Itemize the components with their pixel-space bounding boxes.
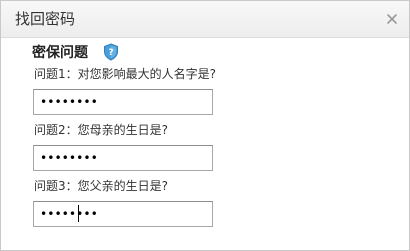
- text-caret: [78, 205, 79, 222]
- close-icon[interactable]: [385, 12, 399, 26]
- recover-password-dialog: 找回密码 密保问题 ? 问题1：对您影响最大的人名字是? 问题2：您母亲的生日是…: [0, 0, 410, 251]
- question-2-answer-input[interactable]: [33, 145, 213, 171]
- section-title: 密保问题: [32, 45, 88, 61]
- question-1-label: 问题1：对您影响最大的人名字是?: [34, 67, 217, 81]
- question-1-answer-input[interactable]: [33, 89, 213, 115]
- dialog-title: 找回密码: [15, 10, 76, 28]
- question-3-label: 问题3：您父亲的生日是?: [34, 179, 169, 193]
- svg-text:?: ?: [108, 48, 113, 58]
- dialog-titlebar: 找回密码: [1, 1, 409, 38]
- question-2-label: 问题2：您母亲的生日是?: [34, 123, 169, 137]
- question-3-answer-input[interactable]: [33, 201, 213, 227]
- shield-question-icon: ?: [104, 43, 118, 61]
